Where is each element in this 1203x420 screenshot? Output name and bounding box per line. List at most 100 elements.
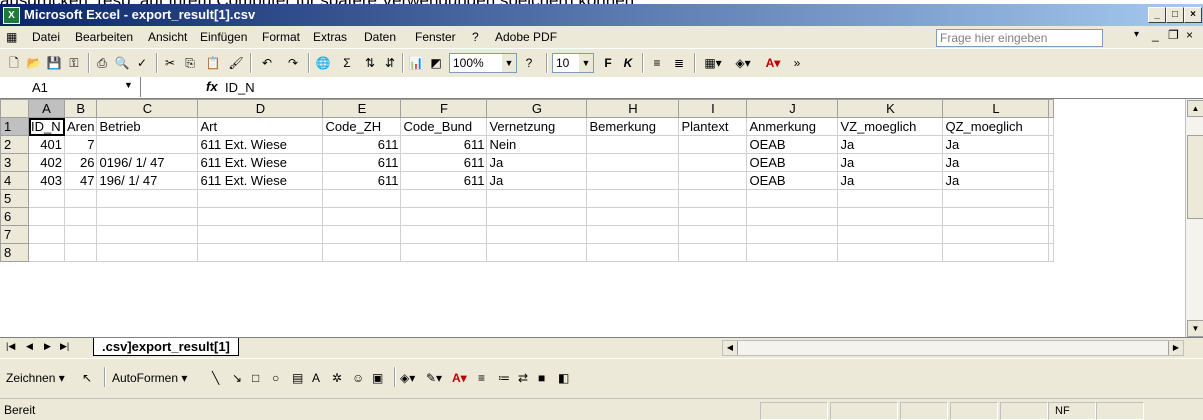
cell[interactable]: QZ_moeglich	[942, 117, 1050, 136]
cell[interactable]: Plantext	[678, 117, 748, 136]
menu-einfuegen[interactable]: Einfügen	[200, 30, 247, 44]
font-color-draw-icon[interactable]: A▾	[452, 369, 467, 387]
column-header[interactable]: G	[486, 99, 588, 118]
copy-icon[interactable]: ⎘	[182, 54, 198, 72]
select-objects-icon[interactable]: ↖	[82, 369, 92, 387]
cell[interactable]: VZ_moeglich	[837, 117, 944, 136]
cell[interactable]	[586, 207, 680, 226]
cell[interactable]	[1048, 207, 1055, 226]
column-header[interactable]: J	[746, 99, 839, 118]
cell[interactable]	[400, 225, 488, 244]
arrow-style-icon[interactable]: ⇄	[518, 369, 528, 387]
help-dropdown-icon[interactable]: ▾	[1134, 29, 1139, 40]
cell[interactable]: Art	[197, 117, 324, 136]
menu-extras[interactable]: Extras	[313, 30, 347, 44]
workbook-icon[interactable]: ▦	[6, 30, 17, 44]
cell[interactable]	[678, 189, 748, 208]
horizontal-scrollbar[interactable]: ◀ ▶	[722, 340, 1184, 356]
row-header[interactable]: 8	[0, 243, 29, 262]
cell[interactable]	[322, 243, 402, 262]
cell[interactable]	[322, 225, 402, 244]
cell[interactable]: Ja	[486, 153, 588, 172]
wordart-icon[interactable]: A	[312, 369, 320, 387]
cell[interactable]: Code_Bund	[400, 117, 488, 136]
doc-close-icon[interactable]: ×	[1186, 28, 1193, 42]
row-header[interactable]: 2	[0, 135, 29, 154]
cell[interactable]	[837, 189, 944, 208]
menu-adobe-pdf[interactable]: Adobe PDF	[495, 30, 557, 44]
column-header[interactable]: K	[837, 99, 944, 118]
cell[interactable]: 401	[28, 135, 65, 154]
font-color-icon[interactable]: A▾	[760, 54, 786, 72]
cell[interactable]	[63, 243, 98, 262]
column-header[interactable]: F	[400, 99, 488, 118]
dash-style-icon[interactable]: ≔	[498, 369, 510, 387]
cell[interactable]	[942, 189, 1050, 208]
help-icon[interactable]: ?	[520, 54, 538, 72]
draw-menu-button[interactable]: Zeichnen ▾	[6, 369, 65, 387]
doc-minimize-icon[interactable]: _	[1152, 28, 1159, 42]
cell[interactable]	[96, 207, 199, 226]
scroll-up-icon[interactable]: ▲	[1187, 100, 1203, 117]
cell[interactable]: 403	[28, 171, 65, 190]
cell[interactable]	[63, 225, 98, 244]
cell[interactable]	[586, 171, 680, 190]
cell[interactable]	[837, 243, 944, 262]
cell[interactable]	[486, 243, 588, 262]
cell[interactable]: 611	[400, 171, 488, 190]
cell[interactable]	[942, 207, 1050, 226]
cell[interactable]	[678, 207, 748, 226]
fill-color-icon[interactable]: ◈▾	[730, 54, 756, 72]
cell[interactable]	[837, 225, 944, 244]
first-sheet-icon[interactable]: |◀	[6, 341, 15, 352]
cell[interactable]	[586, 225, 680, 244]
cell[interactable]	[942, 243, 1050, 262]
last-sheet-icon[interactable]: ▶|	[60, 341, 69, 352]
shadow-style-icon[interactable]: ■	[538, 369, 545, 387]
cell[interactable]: Ja	[486, 171, 588, 190]
3d-style-icon[interactable]: ◧	[558, 369, 569, 387]
picture-icon[interactable]: ▣	[372, 369, 383, 387]
cell[interactable]: 26	[63, 153, 98, 172]
cell[interactable]	[1048, 135, 1055, 154]
chart-wizard-icon[interactable]: 📊	[408, 54, 424, 72]
cell[interactable]: Betrieb	[96, 117, 199, 136]
select-all-corner[interactable]	[0, 99, 29, 118]
doc-restore-icon[interactable]: ❐	[1168, 28, 1179, 42]
cell[interactable]	[837, 207, 944, 226]
cell[interactable]	[96, 189, 199, 208]
name-box[interactable]: A1 ▼	[0, 77, 141, 97]
prev-sheet-icon[interactable]: ◀	[26, 341, 33, 352]
hyperlink-icon[interactable]: 🌐	[314, 54, 332, 72]
row-header[interactable]: 1	[0, 117, 29, 136]
format-painter-icon[interactable]: 🖌	[228, 54, 244, 72]
cell[interactable]	[197, 189, 324, 208]
column-header[interactable]: D	[197, 99, 324, 118]
cell[interactable]	[586, 189, 680, 208]
cell[interactable]	[96, 225, 199, 244]
cell[interactable]: OEAB	[746, 171, 839, 190]
cell[interactable]	[28, 243, 65, 262]
column-header[interactable]: A	[28, 99, 65, 118]
cell[interactable]	[63, 207, 98, 226]
cell[interactable]: Aren	[63, 117, 98, 136]
save-icon[interactable]: 💾	[46, 54, 62, 72]
cell[interactable]: 611	[322, 153, 402, 172]
cell[interactable]: Ja	[942, 135, 1050, 154]
cell[interactable]: OEAB	[746, 153, 839, 172]
bold-button[interactable]: F	[600, 54, 616, 72]
cut-icon[interactable]: ✂	[162, 54, 178, 72]
fill-color-draw-icon[interactable]: ◈▾	[400, 369, 415, 387]
cell[interactable]: Ja	[837, 135, 944, 154]
cell[interactable]: 611 Ext. Wiese	[197, 153, 324, 172]
cell[interactable]	[486, 189, 588, 208]
cell[interactable]: 402	[28, 153, 65, 172]
redo-icon[interactable]: ↷	[282, 54, 304, 72]
borders-icon[interactable]: ▦▾	[700, 54, 726, 72]
cell[interactable]	[1048, 243, 1055, 262]
cell[interactable]	[322, 189, 402, 208]
cell[interactable]	[1048, 117, 1055, 136]
cell[interactable]: Ja	[942, 171, 1050, 190]
spelling-icon[interactable]: ✓	[134, 54, 150, 72]
cell[interactable]: Ja	[837, 153, 944, 172]
